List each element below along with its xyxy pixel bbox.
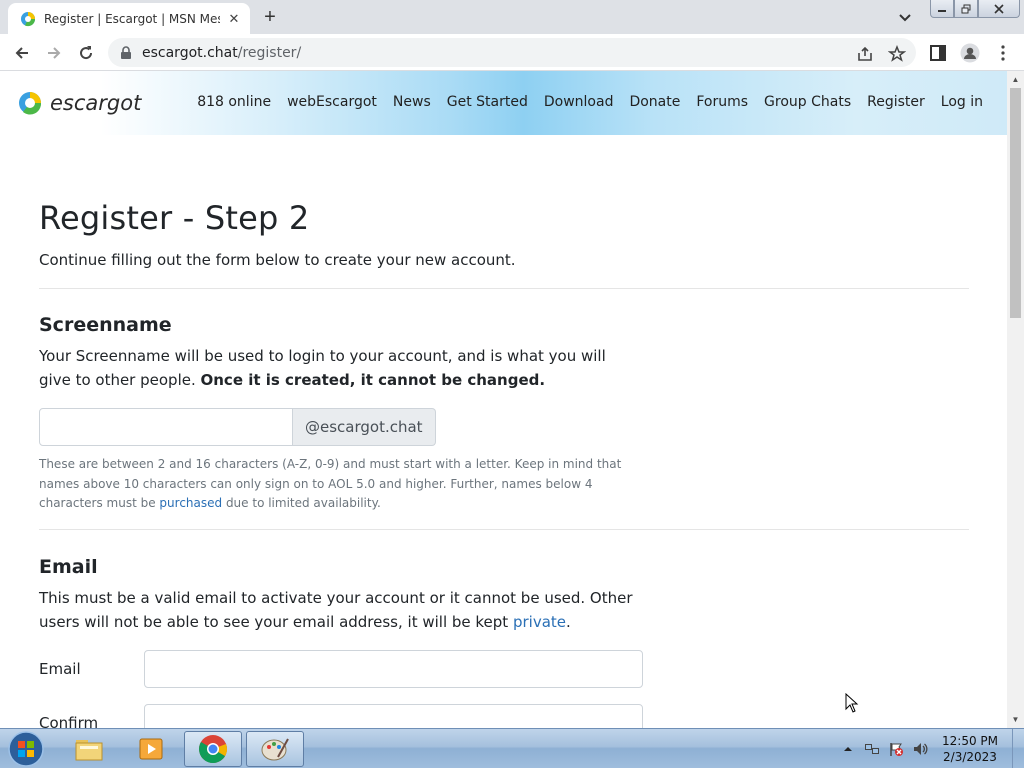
menu-kebab-icon[interactable] [994, 44, 1012, 62]
screenname-description: Your Screenname will be used to login to… [39, 344, 639, 392]
nav-log-in[interactable]: Log in [941, 94, 983, 110]
address-bar[interactable]: escargot.chat/register/ [108, 38, 916, 67]
nav-webescargot[interactable]: webEscargot [287, 94, 377, 110]
main-nav: 818 online webEscargot News Get Started … [181, 94, 983, 110]
nav-group-chats[interactable]: Group Chats [764, 94, 851, 110]
divider [39, 528, 969, 530]
page-lead: Continue filling out the form below to c… [39, 251, 516, 269]
screenname-help-text: These are between 2 and 16 characters (A… [39, 455, 639, 514]
side-panel-icon[interactable] [929, 44, 947, 62]
system-tray: 12:50 PM 2/3/2023 [836, 729, 1024, 768]
confirm-email-row: Confirm [39, 703, 969, 729]
minimize-window-button[interactable] [930, 0, 954, 18]
clock-date: 2/3/2023 [943, 750, 997, 764]
browser-toolbar: escargot.chat/register/ [0, 34, 1024, 71]
escargot-logo-icon [19, 92, 42, 115]
divider [39, 288, 969, 289]
nav-donate[interactable]: Donate [629, 94, 680, 110]
restore-window-button[interactable] [954, 0, 978, 18]
tab-title: Register | Escargot | MSN Messenger [44, 11, 220, 26]
window-controls [930, 0, 1020, 18]
bookmark-star-icon[interactable] [888, 45, 906, 63]
show-hidden-icons-icon[interactable] [840, 741, 856, 757]
email-description: This must be a valid email to activate y… [39, 586, 639, 634]
confirm-email-label: Confirm [39, 713, 99, 729]
network-icon[interactable] [864, 741, 880, 757]
browser-tab[interactable]: Register | Escargot | MSN Messenger ✕ [8, 3, 250, 34]
arrow-left-icon [15, 47, 28, 59]
page-title: Register - Step 2 [39, 199, 310, 237]
taskbar-paint[interactable] [246, 731, 304, 767]
media-player-icon [139, 738, 163, 760]
help-text-part2: due to limited availability. [222, 496, 381, 510]
reload-icon [80, 46, 93, 60]
close-window-button[interactable] [978, 0, 1020, 18]
lock-icon[interactable] [120, 45, 132, 60]
page-scrollbar[interactable]: ▲ ▼ [1007, 71, 1024, 728]
scroll-down-icon[interactable]: ▼ [1011, 715, 1020, 724]
site-header: escargot 818 online webEscargot News Get… [0, 71, 1007, 135]
email-input[interactable] [144, 649, 643, 688]
browser-tab-strip: Register | Escargot | MSN Messenger ✕ + [0, 0, 1024, 34]
clock-time: 12:50 PM [942, 734, 998, 748]
taskbar-clock[interactable]: 12:50 PM 2/3/2023 [942, 733, 998, 765]
profile-avatar-icon[interactable] [960, 43, 980, 63]
reload-button[interactable] [74, 41, 98, 65]
taskbar-chrome[interactable] [184, 731, 242, 767]
chrome-icon [199, 735, 227, 764]
email-label: Email [39, 659, 81, 678]
url-path: /register/ [237, 44, 302, 61]
new-tab-button[interactable]: + [258, 6, 282, 30]
arrow-right-icon [48, 47, 61, 59]
taskbar-media-player[interactable] [122, 731, 180, 767]
windows-taskbar: 12:50 PM 2/3/2023 [0, 728, 1024, 768]
screenname-heading: Screenname [39, 314, 172, 336]
screenname-desc-bold: Once it is created, it cannot be changed… [200, 371, 546, 389]
email-heading: Email [39, 555, 98, 578]
page-viewport: escargot 818 online webEscargot News Get… [0, 71, 1007, 728]
email-section: Email This must be a valid email to acti… [39, 555, 969, 729]
screenname-input-group: @escargot.chat [39, 408, 969, 446]
nav-register[interactable]: Register [867, 94, 925, 110]
url-text: escargot.chat/register/ [142, 45, 301, 61]
register-content: Register - Step 2 Continue filling out t… [39, 135, 969, 728]
volume-icon[interactable] [912, 741, 928, 757]
site-logo[interactable]: escargot [18, 89, 141, 117]
taskbar-explorer[interactable] [60, 731, 118, 767]
share-icon[interactable] [856, 45, 874, 63]
private-link[interactable]: private [513, 613, 566, 631]
logo-text: escargot [50, 91, 142, 115]
scroll-thumb[interactable] [1010, 88, 1021, 318]
minimize-icon [938, 9, 946, 12]
tab-close-icon[interactable]: ✕ [226, 11, 242, 27]
windows-start-icon[interactable] [6, 730, 46, 768]
nav-download[interactable]: Download [544, 94, 614, 110]
action-center-flag-icon[interactable] [888, 741, 904, 757]
screenname-section: Screenname Your Screenname will be used … [39, 314, 969, 514]
folder-icon [75, 740, 103, 761]
nav-get-started[interactable]: Get Started [447, 94, 528, 110]
escargot-favicon-icon [21, 11, 36, 26]
restore-icon [961, 4, 971, 13]
forward-button[interactable] [42, 41, 66, 65]
nav-online-count[interactable]: 818 online [197, 94, 271, 110]
url-host: escargot.chat [142, 44, 238, 61]
close-icon [994, 3, 1004, 14]
mouse-cursor-icon [845, 693, 859, 713]
scroll-up-icon[interactable]: ▲ [1011, 75, 1020, 84]
paint-icon [261, 738, 289, 761]
email-row: Email [39, 649, 969, 688]
tab-search-chevron-icon[interactable] [896, 8, 914, 26]
confirm-email-input[interactable] [144, 703, 643, 728]
purchased-link[interactable]: purchased [159, 496, 222, 510]
show-desktop-button[interactable] [1012, 729, 1024, 768]
screenname-input[interactable] [39, 408, 293, 446]
back-button[interactable] [10, 41, 34, 65]
email-desc-end: . [566, 612, 571, 631]
screenname-domain-addon: @escargot.chat [293, 408, 436, 446]
nav-forums[interactable]: Forums [696, 94, 748, 110]
nav-news[interactable]: News [393, 94, 431, 110]
